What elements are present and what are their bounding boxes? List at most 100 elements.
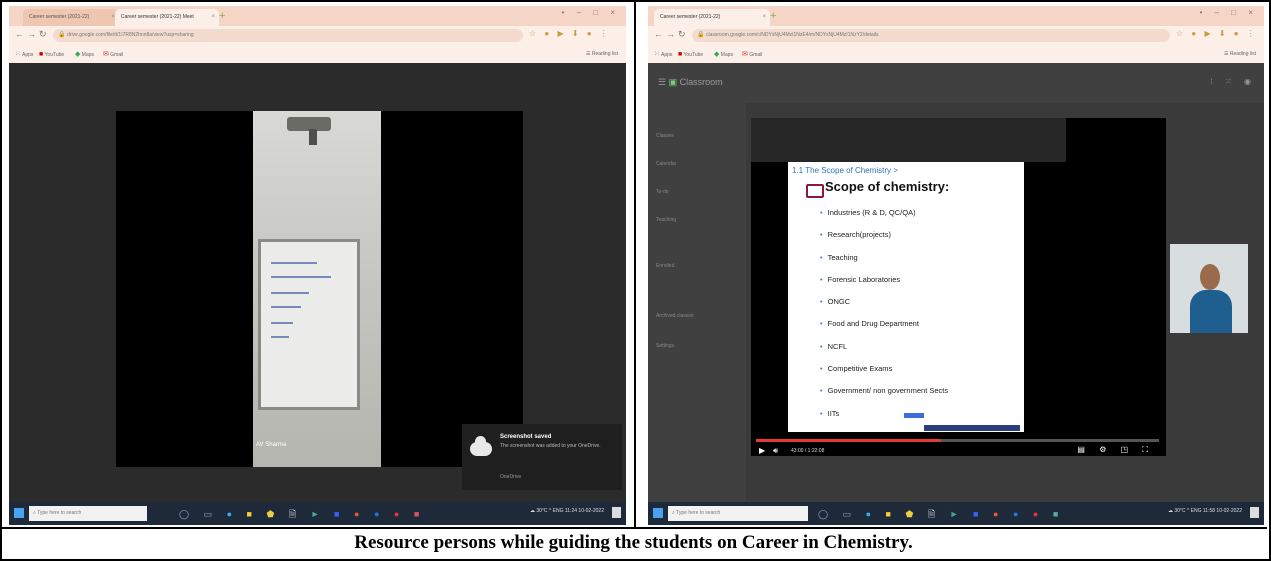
bookmark-gmail[interactable]: ✉ Gmail xyxy=(742,46,762,64)
bullet-item: Teaching xyxy=(820,251,948,273)
presentation-slide: 1.1 The Scope of Chemistry > Scope of ch… xyxy=(788,162,1024,432)
video-player[interactable]: 1.1 The Scope of Chemistry > Scope of ch… xyxy=(751,118,1248,456)
bullet-item: Food and Drug Department xyxy=(820,317,948,339)
taskbar-search[interactable]: ⌕ Type here to search xyxy=(29,506,147,521)
bookmark-apps[interactable]: ⁙ Apps xyxy=(15,46,33,64)
sidebar-item[interactable]: Calendar xyxy=(656,161,676,167)
tab-career-semester[interactable]: Career semester (2021-22) × xyxy=(23,9,119,26)
sidebar-item[interactable]: Enrolled xyxy=(656,263,674,269)
reload-icon[interactable]: ↻ xyxy=(678,29,686,40)
system-tray[interactable]: ☁ 30°C ^ ENG 11:24 10-02-2022 xyxy=(530,508,604,514)
bullet-item: Competitive Exams xyxy=(820,362,948,384)
windows-taskbar: ⌕ Type here to search ◯ ▭ ● ■ ⬟ 🗎 ► ■ ● … xyxy=(9,502,626,525)
folder-icon xyxy=(806,184,824,198)
miniplayer-icon[interactable]: ◳ xyxy=(1121,445,1135,454)
new-tab-button[interactable]: + xyxy=(770,9,776,23)
tab-classroom[interactable]: Career semester (2021-22) × xyxy=(654,9,770,26)
close-icon[interactable]: × xyxy=(762,9,766,26)
sidebar-item[interactable]: To-do xyxy=(656,189,669,195)
forward-icon[interactable]: → xyxy=(27,29,36,39)
slide-heading: 1.1 The Scope of Chemistry > xyxy=(792,166,898,175)
onedrive-notification[interactable]: Screenshot saved The screenshot was adde… xyxy=(462,424,622,490)
reading-list-icon: ☰ xyxy=(585,51,591,57)
sidebar-item[interactable]: Settings xyxy=(656,343,674,349)
bookmark-youtube[interactable]: ■ YouTube xyxy=(39,46,64,64)
bookmark-youtube[interactable]: ■ YouTube xyxy=(678,46,703,64)
taskbar-app-icons[interactable]: ◯ ▭ ● ■ ⬟ 🗎 ► ■ ● ● ● ■ xyxy=(818,507,1064,523)
progress-bar[interactable] xyxy=(756,439,1159,442)
window-controls[interactable]: • – □ × xyxy=(562,8,620,17)
lock-icon: 🔒 xyxy=(697,32,705,38)
classroom-page: ☰ ▣ Classroom ⁝ ⁙ ◉ Classes Calendar To-… xyxy=(648,63,1264,502)
taskbar-app-icons[interactable]: ◯ ▭ ● ■ ⬟ 🗎 ► ■ ● ● ● ■ xyxy=(179,507,425,523)
youtube-icon: ■ xyxy=(39,51,44,58)
search-icon: ⌕ xyxy=(672,510,675,516)
address-text: drive.google.com/file/d/1I7R8N2hnn8a/vie… xyxy=(67,32,194,38)
gmail-icon: ✉ xyxy=(103,51,109,58)
bullet-item: NCFL xyxy=(820,340,948,362)
back-icon[interactable]: ← xyxy=(654,29,663,39)
timecode: 43:00 / 1:22:08 xyxy=(791,448,825,454)
extension-icons[interactable]: ☆ ● ▶ ⬇ ● ⋮ xyxy=(529,29,611,38)
sidebar-item[interactable]: Classes xyxy=(656,133,674,139)
address-bar[interactable]: 🔒 classroom.google.com/c/NDYxNjU4MzI1NzE… xyxy=(692,29,1170,42)
close-icon[interactable]: × xyxy=(211,9,215,26)
play-icon[interactable]: ▶ xyxy=(759,446,765,455)
notification-icon[interactable] xyxy=(1250,507,1259,518)
whiteboard xyxy=(258,239,360,410)
video-viewer: AV Sharma Screenshot saved The screensho… xyxy=(9,63,626,502)
tab-label: Career semester (2021-22) xyxy=(660,14,721,20)
bookmark-maps[interactable]: ◆ Maps xyxy=(714,46,733,64)
cloud-icon xyxy=(470,436,492,456)
windows-taskbar: ⌕ Type here to search ◯ ▭ ● ■ ⬟ 🗎 ► ■ ● … xyxy=(648,502,1264,525)
reading-list[interactable]: ☰ Reading list xyxy=(1224,46,1256,63)
windows-start-icon[interactable] xyxy=(14,508,24,518)
bookmark-gmail[interactable]: ✉ Gmail xyxy=(103,46,123,64)
tab-label: Career semester (2021-22) xyxy=(29,14,90,20)
captions-icon[interactable]: ▤ xyxy=(1077,445,1091,454)
bullet-item: ONGC xyxy=(820,295,948,317)
address-bar[interactable]: 🔒 drive.google.com/file/d/1I7R8N2hnn8a/v… xyxy=(53,29,523,42)
player-controls-right[interactable]: ▤ ⚙ ◳ ⛶ xyxy=(1077,445,1154,455)
bullet-item: Government/ non government Sects xyxy=(820,384,948,406)
fullscreen-icon[interactable]: ⛶ xyxy=(1142,445,1154,454)
maps-icon: ◆ xyxy=(714,51,720,58)
toast-source: OneDrive xyxy=(500,474,522,480)
gmail-icon: ✉ xyxy=(742,51,748,58)
search-icon: ⌕ xyxy=(33,510,36,516)
classroom-logo[interactable]: ☰ ▣ Classroom xyxy=(658,77,723,88)
notification-icon[interactable] xyxy=(612,507,621,518)
sidebar-item[interactable]: Teaching xyxy=(656,217,676,223)
video-frame[interactable]: AV Sharma xyxy=(116,111,523,467)
progress-fill xyxy=(756,439,942,442)
reading-list[interactable]: ☰ Reading list xyxy=(586,46,618,63)
windows-start-icon[interactable] xyxy=(653,508,663,518)
bookmark-maps[interactable]: ◆ Maps xyxy=(75,46,94,64)
new-tab-button[interactable]: + xyxy=(219,9,225,23)
toast-body: The screenshot was added to your OneDriv… xyxy=(500,443,601,449)
reload-icon[interactable]: ↻ xyxy=(39,29,47,40)
settings-icon[interactable]: ⚙ xyxy=(1099,445,1112,454)
extension-icons[interactable]: ☆ ● ▶ ⬇ ● ⋮ xyxy=(1176,29,1258,38)
taskbar-search[interactable]: ⌕ Type here to search xyxy=(668,506,808,521)
system-tray[interactable]: ☁ 30°C ^ ENG 11:58 10-02-2022 xyxy=(1168,508,1242,514)
bullet-item: Forensic Laboratories xyxy=(820,273,948,295)
volume-icon[interactable]: 🔊︎ xyxy=(773,446,778,456)
browser-toolbar: ← → ↻ 🔒 classroom.google.com/c/NDYxNjU4M… xyxy=(648,26,1264,46)
maps-icon: ◆ xyxy=(75,51,81,58)
bookmark-apps[interactable]: ⁙ Apps xyxy=(654,46,672,64)
window-controls[interactable]: • – □ × xyxy=(1200,8,1258,17)
browser-toolbar: ← → ↻ 🔒 drive.google.com/file/d/1I7R8N2h… xyxy=(9,26,626,46)
classroom-sidebar: Classes Calendar To-do Teaching Enrolled… xyxy=(648,103,746,502)
sidebar-item[interactable]: Archived classes xyxy=(656,313,694,319)
participant-video xyxy=(253,111,381,467)
header-icons[interactable]: ⁝ ⁙ ◉ xyxy=(1210,77,1256,86)
forward-icon[interactable]: → xyxy=(666,29,675,39)
youtube-icon: ■ xyxy=(678,51,683,58)
slide-title: Scope of chemistry: xyxy=(825,179,950,194)
back-icon[interactable]: ← xyxy=(15,29,24,39)
bullet-item: Industries (R & D, QC/QA) xyxy=(820,206,948,228)
tab-meet[interactable]: Career semester (2021-22) Meet × xyxy=(115,9,219,26)
reading-list-icon: ☰ xyxy=(1223,51,1229,57)
left-screenshot: Career semester (2021-22) × Career semes… xyxy=(9,6,626,525)
